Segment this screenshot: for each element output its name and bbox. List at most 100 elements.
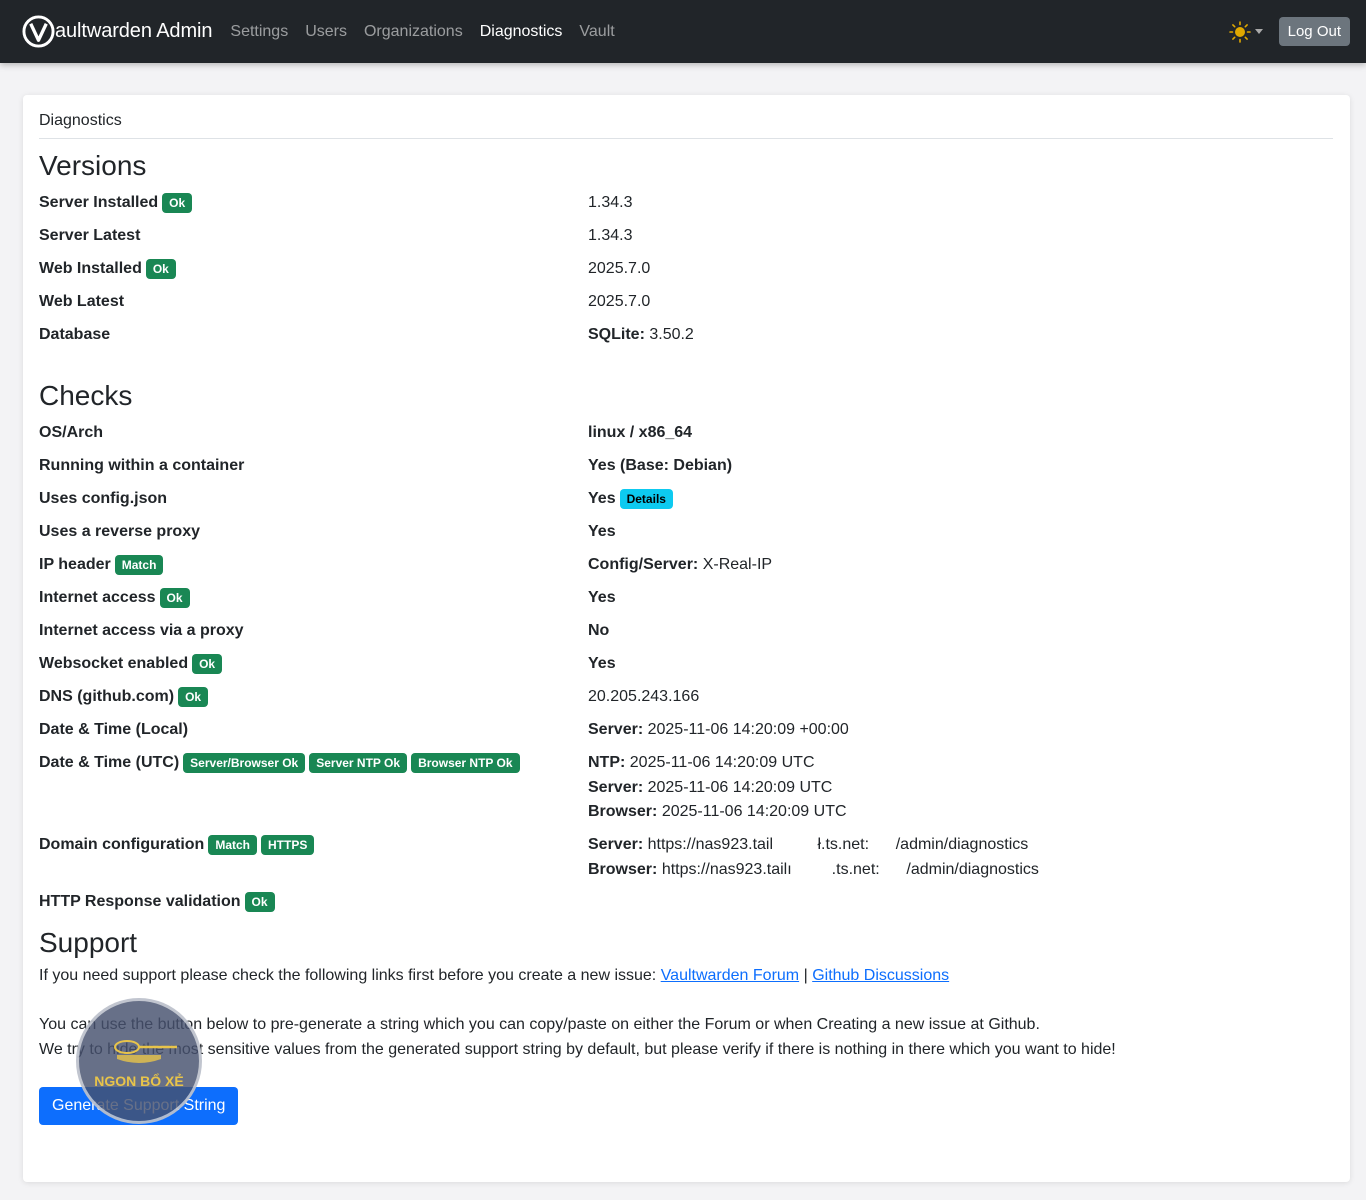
row-label: OS/Arch bbox=[39, 424, 104, 441]
row-value: Yes bbox=[588, 589, 616, 606]
server-browser-ok-badge: Server/Browser Ok bbox=[183, 753, 306, 773]
version-row-web-latest: Web Latest 2025.7.0 bbox=[39, 292, 1333, 325]
row-value: No bbox=[588, 622, 610, 639]
checks-heading: Checks bbox=[39, 380, 133, 411]
diagnostics-card: Diagnostics Versions Server Installed Ok … bbox=[23, 95, 1350, 1182]
utc-ntp-line: NTP: 2025-11-06 14:20:09 UTC bbox=[588, 753, 1333, 773]
check-row-config-json: Uses config.json Yes Details bbox=[39, 489, 1333, 522]
utc-server-line: Server: 2025-11-06 14:20:09 UTC bbox=[588, 778, 1333, 798]
brand-text: aultwarden Admin bbox=[55, 20, 213, 42]
sun-icon bbox=[1228, 20, 1251, 43]
row-label: Running within a container bbox=[39, 457, 245, 474]
row-value: 3.50.2 bbox=[649, 326, 694, 343]
brand-link[interactable]: aultwarden Admin bbox=[22, 15, 212, 48]
support-para-1: You can use the button below to pre-gene… bbox=[39, 1016, 1040, 1033]
support-intro-text: If you need support please check the fol… bbox=[39, 967, 657, 984]
version-row-server-latest: Server Latest 1.34.3 bbox=[39, 226, 1333, 259]
check-row-ip-header: IP header Match Config/Server: X-Real-IP bbox=[39, 555, 1333, 588]
vaultwarden-logo-icon bbox=[22, 15, 55, 48]
row-label: Date & Time (UTC) bbox=[39, 754, 180, 771]
domain-server-line: Server: https://nas923.tail ł.ts.net: /a… bbox=[588, 835, 1333, 855]
check-row-http-validation: HTTP Response validation Ok bbox=[39, 892, 1333, 925]
row-value: 20.205.243.166 bbox=[588, 688, 700, 705]
row-value: 2025.7.0 bbox=[588, 293, 651, 310]
value-prefix: Config/Server: bbox=[588, 556, 699, 573]
domain-browser-line: Browser: https://nas923.tailı .ts.net: /… bbox=[588, 860, 1333, 880]
row-label: Uses a reverse proxy bbox=[39, 523, 200, 540]
row-label: Date & Time (Local) bbox=[39, 721, 189, 738]
nav-link-users[interactable]: Users bbox=[305, 23, 347, 41]
support-para-2: We try to hide the most sensitive values… bbox=[39, 1041, 1116, 1058]
check-row-websocket: Websocket enabled Ok Yes bbox=[39, 654, 1333, 687]
check-row-time-utc: Date & Time (UTC) Server/Browser Ok Server… bbox=[39, 753, 1333, 835]
nav-link-settings[interactable]: Settings bbox=[230, 23, 288, 41]
github-discussions-link[interactable]: Github Discussions bbox=[812, 967, 949, 984]
value-prefix: NTP: bbox=[588, 754, 626, 771]
details-badge[interactable]: Details bbox=[619, 489, 673, 509]
row-value: Yes bbox=[588, 523, 616, 540]
ok-badge: Ok bbox=[244, 892, 275, 912]
logout-button[interactable]: Log Out bbox=[1278, 17, 1350, 46]
row-value: https://nas923.tail ł.ts.net: /admin/dia… bbox=[647, 836, 1029, 853]
check-row-internet: Internet access Ok Yes bbox=[39, 588, 1333, 621]
check-row-os-arch: OS/Arch linux / x86_64 bbox=[39, 423, 1333, 456]
row-label: IP header bbox=[39, 556, 111, 573]
check-row-domain: Domain configuration Match HTTPS Server: h… bbox=[39, 835, 1333, 892]
row-value: 2025-11-06 14:20:09 UTC bbox=[629, 754, 815, 771]
watermark-text: NGON BỔ XẺ bbox=[94, 1073, 184, 1089]
row-label: Internet access bbox=[39, 589, 156, 606]
nav-link-vault[interactable]: Vault bbox=[579, 23, 614, 41]
row-label: Web Latest bbox=[39, 293, 125, 310]
link-separator: | bbox=[803, 967, 808, 984]
row-label: Internet access via a proxy bbox=[39, 622, 244, 639]
support-heading: Support bbox=[39, 927, 138, 958]
top-navbar: aultwarden Admin Settings Users Organiza… bbox=[0, 0, 1366, 63]
server-ntp-ok-badge: Server NTP Ok bbox=[309, 753, 408, 773]
version-row-web-installed: Web Installed Ok 2025.7.0 bbox=[39, 259, 1333, 292]
check-row-time-local: Date & Time (Local) Server: 2025-11-06 1… bbox=[39, 720, 1333, 753]
nav-link-diagnostics[interactable]: Diagnostics bbox=[480, 23, 563, 41]
card-title: Diagnostics bbox=[39, 95, 1333, 139]
value-prefix: Server: bbox=[588, 836, 644, 853]
row-label: DNS (github.com) bbox=[39, 688, 175, 705]
bowl-spoon-icon bbox=[114, 1040, 177, 1063]
nav-right: Log Out bbox=[1228, 17, 1350, 46]
row-value: 2025-11-06 14:20:09 +00:00 bbox=[647, 721, 849, 738]
row-value: 1.34.3 bbox=[588, 227, 633, 244]
watermark-overlay: NGON BỔ XẺ bbox=[76, 998, 202, 1124]
row-value: linux / x86_64 bbox=[588, 424, 693, 441]
value-prefix: Server: bbox=[588, 721, 644, 738]
match-badge: Match bbox=[114, 555, 164, 575]
nav-links: Settings Users Organizations Diagnostics… bbox=[230, 23, 631, 41]
value-prefix: Server: bbox=[588, 778, 644, 796]
version-row-database: Database SQLite: 3.50.2 bbox=[39, 325, 1333, 358]
check-row-dns: DNS (github.com) Ok 20.205.243.166 bbox=[39, 687, 1333, 720]
browser-ntp-ok-badge: Browser NTP Ok bbox=[411, 753, 520, 773]
row-value: 2025.7.0 bbox=[588, 260, 651, 277]
ok-badge: Ok bbox=[178, 687, 209, 707]
ok-badge: Ok bbox=[159, 588, 190, 608]
theme-toggle[interactable] bbox=[1228, 20, 1263, 43]
ok-badge: Ok bbox=[192, 654, 223, 674]
row-value: https://nas923.tailı .ts.net: /admin/dia… bbox=[661, 860, 1039, 878]
check-row-internet-proxy: Internet access via a proxy No bbox=[39, 621, 1333, 654]
value-prefix: Browser: bbox=[588, 803, 658, 821]
utc-browser-line: Browser: 2025-11-06 14:20:09 UTC bbox=[588, 802, 1333, 822]
row-value: Yes (Base: Debian) bbox=[588, 457, 733, 474]
row-label: Database bbox=[39, 326, 111, 343]
version-row-server-installed: Server Installed Ok 1.34.3 bbox=[39, 193, 1333, 226]
https-badge: HTTPS bbox=[261, 835, 315, 855]
row-label: Web Installed bbox=[39, 260, 142, 277]
value-prefix: Browser: bbox=[588, 860, 658, 878]
row-label: Server Latest bbox=[39, 227, 141, 244]
check-row-container: Running within a container Yes (Base: De… bbox=[39, 456, 1333, 489]
row-value: 2025-11-06 14:20:09 UTC bbox=[647, 778, 833, 796]
vaultwarden-forum-link[interactable]: Vaultwarden Forum bbox=[661, 967, 799, 984]
row-value: 2025-11-06 14:20:09 UTC bbox=[661, 803, 847, 821]
support-intro: If you need support please check the fol… bbox=[39, 963, 1333, 988]
ok-badge: Ok bbox=[162, 193, 193, 213]
row-value: Yes bbox=[588, 490, 616, 507]
nav-link-organizations[interactable]: Organizations bbox=[364, 23, 463, 41]
row-value: X-Real-IP bbox=[702, 556, 773, 573]
versions-heading: Versions bbox=[39, 150, 147, 181]
